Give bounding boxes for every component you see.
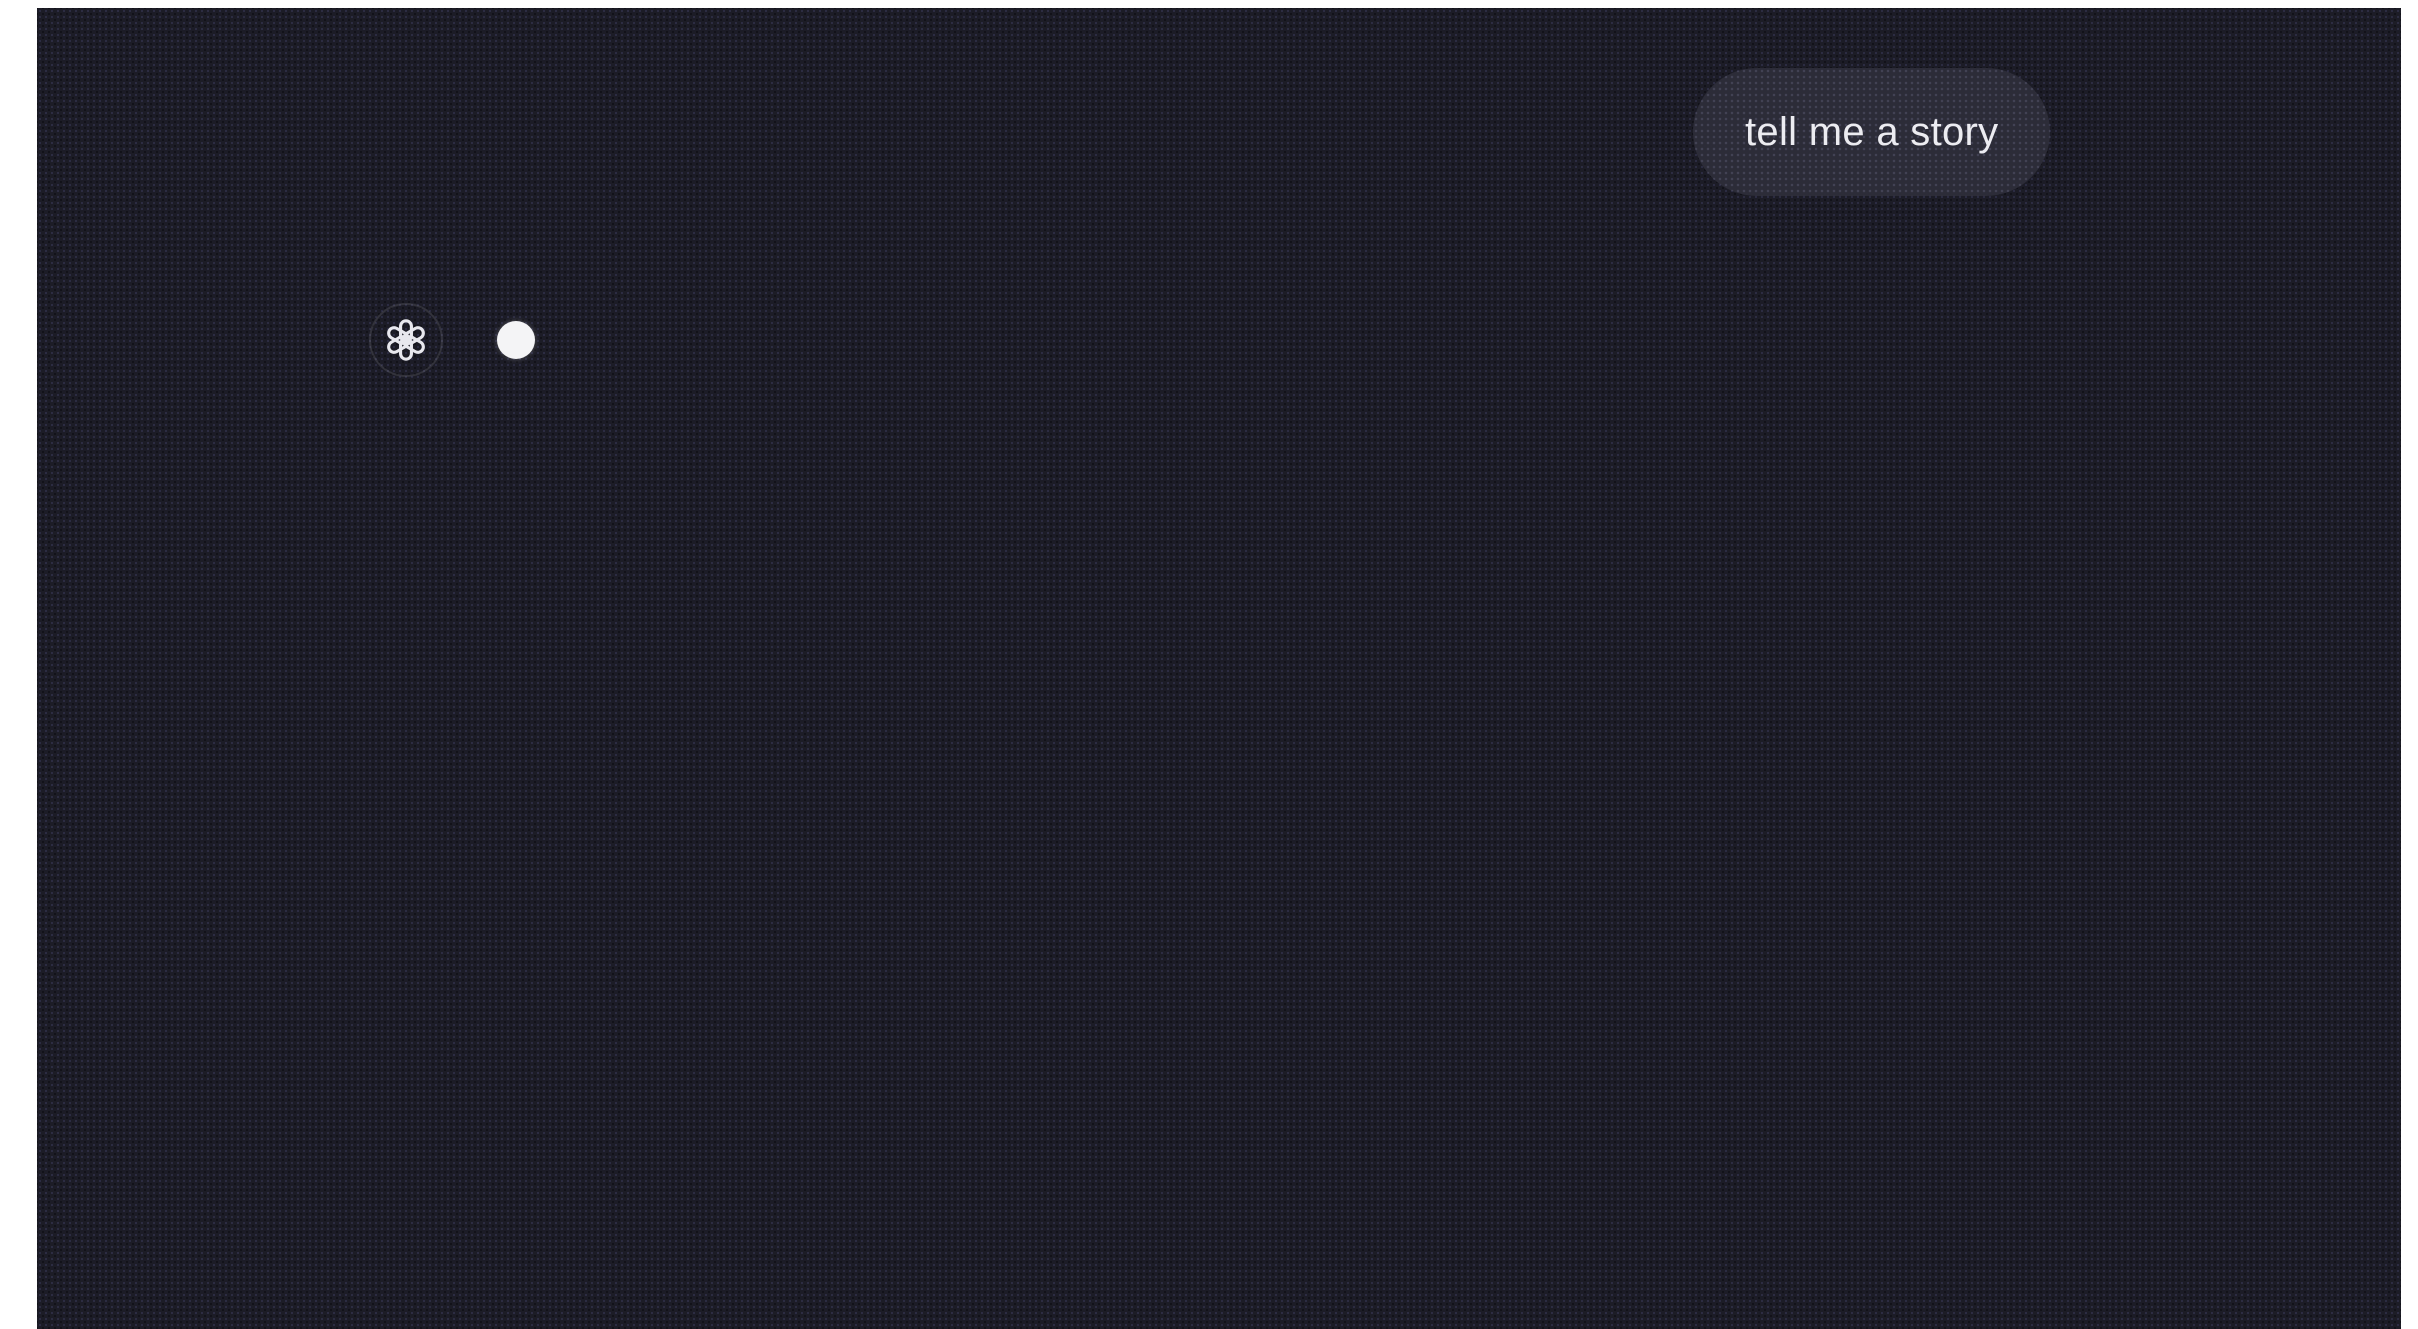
assistant-avatar — [369, 303, 443, 377]
openai-logo-icon — [387, 319, 425, 361]
assistant-message-row — [369, 290, 535, 390]
chat-window: tell me a story — [37, 8, 2401, 1329]
typing-indicator-dot — [497, 321, 535, 359]
user-message-text: tell me a story — [1745, 109, 1999, 154]
user-message-bubble: tell me a story — [1693, 68, 2051, 196]
